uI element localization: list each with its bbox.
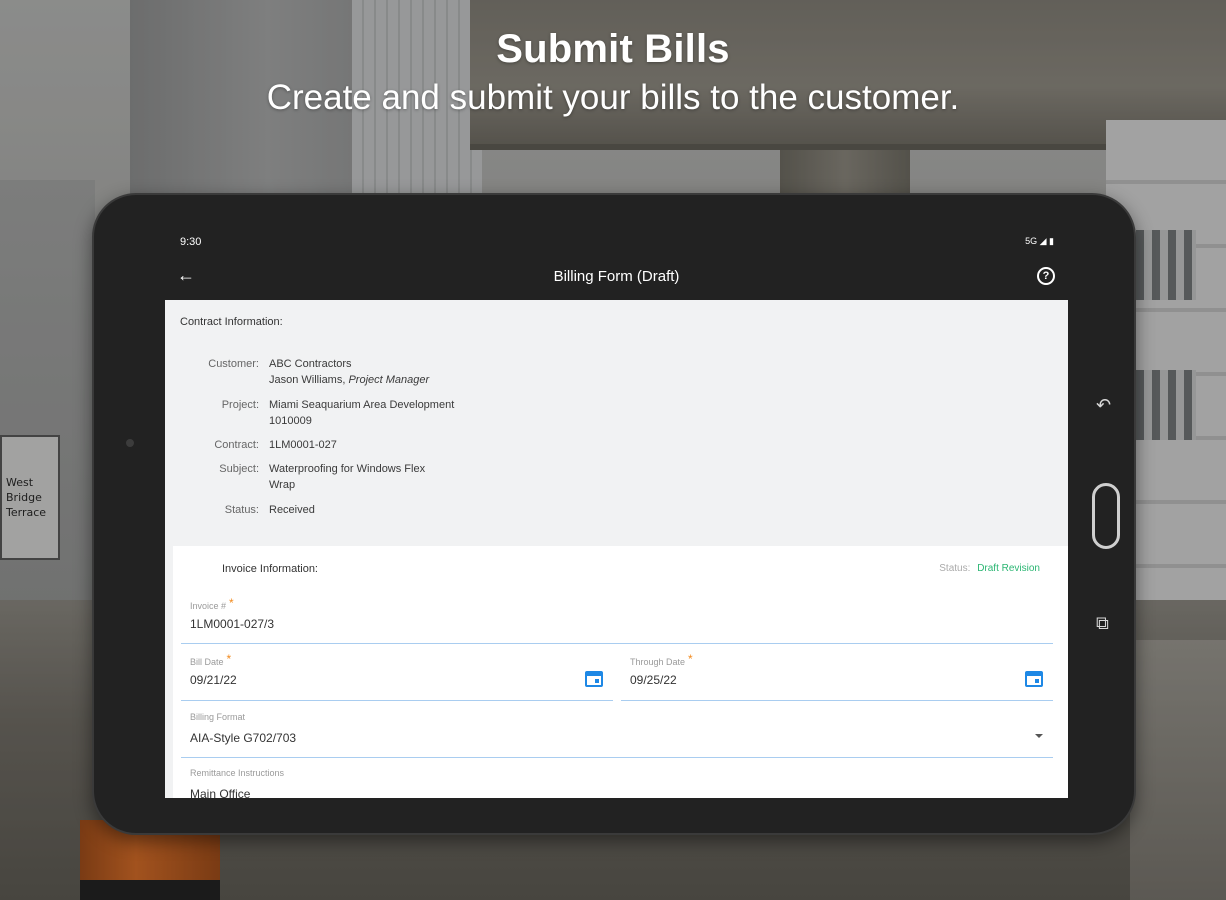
through-date-field[interactable]: Through Date * 09/25/22 [621, 652, 1053, 701]
promo-subtitle: Create and submit your bills to the cust… [266, 78, 960, 117]
bill-date-field[interactable]: Bill Date * 09/21/22 [181, 652, 613, 701]
billing-format-value[interactable]: AIA-Style G702/703 [190, 731, 296, 745]
contract-heading: Contract Information: [180, 316, 283, 328]
invoice-status-label: Status: [939, 563, 971, 574]
required-marker: * [688, 652, 693, 666]
billing-format-select[interactable]: Billing Format AIA-Style G702/703 [181, 712, 1053, 758]
invoice-status: Status: Draft Revision [939, 563, 1040, 574]
project-row: Project: Miami Seaquarium Area Developme… [165, 397, 645, 431]
app-screen: 9:30 5G ◢ ▮ ← Billing Form (Draft) ? Con… [165, 233, 1068, 798]
through-date-label: Through Date [630, 657, 686, 667]
promo-title: Submit Bills [496, 27, 730, 71]
hardware-recent-apps-icon[interactable]: ⧉ [1096, 613, 1109, 634]
project-number: 1010009 [269, 415, 312, 427]
hardware-back-icon[interactable]: ↶ [1096, 395, 1111, 416]
contract-label: Contract: [214, 439, 259, 451]
customer-contact: Jason Williams, [269, 374, 346, 386]
status-bar: 9:30 5G ◢ ▮ [165, 233, 1068, 253]
remittance-label: Remittance Instructions [190, 768, 285, 778]
subject-value: Waterproofing for Windows Flex Wrap [269, 463, 426, 491]
invoice-number-value[interactable]: 1LM0001-027/3 [190, 617, 274, 631]
customer-name: ABC Contractors [269, 358, 352, 370]
dropdown-caret-icon[interactable] [1035, 734, 1043, 738]
remittance-value[interactable]: Main Office [190, 787, 250, 798]
remittance-field[interactable]: Remittance Instructions Main Office [181, 768, 1053, 798]
subject-label: Subject: [219, 463, 259, 475]
status-time: 9:30 [180, 236, 202, 248]
contract-value: 1LM0001-027 [269, 439, 337, 451]
status-row: Status: Received [165, 502, 645, 520]
app-bar: ← Billing Form (Draft) ? [165, 253, 1068, 300]
contract-row: Contract: 1LM0001-027 [165, 437, 645, 455]
customer-row: Customer: ABC Contractors Jason Williams… [165, 356, 645, 390]
page-title: Billing Form (Draft) [553, 268, 680, 285]
invoice-number-field[interactable]: Invoice # * 1LM0001-027/3 [181, 596, 1053, 644]
status-label: Status: [224, 504, 259, 516]
required-marker: * [229, 596, 234, 610]
billing-format-label: Billing Format [190, 712, 246, 722]
project-name: Miami Seaquarium Area Development [269, 399, 455, 411]
bill-date-value[interactable]: 09/21/22 [190, 673, 237, 687]
customer-role: Project Manager [348, 374, 430, 386]
invoice-number-label: Invoice # [190, 601, 227, 611]
invoice-status-badge: Draft Revision [977, 563, 1040, 574]
promo-headline: Submit Bills Create and submit your bill… [0, 26, 1226, 118]
contract-information: Contract Information: Customer: ABC Cont… [165, 300, 1068, 545]
calendar-icon[interactable] [1025, 671, 1043, 687]
camera-icon [126, 439, 134, 447]
through-date-value[interactable]: 09/25/22 [630, 673, 677, 687]
invoice-information-card: Invoice Information: Status: Draft Revis… [173, 546, 1068, 798]
customer-label: Customer: [208, 358, 259, 370]
help-circle-icon[interactable]: ? [1037, 267, 1055, 285]
invoice-heading: Invoice Information: [222, 563, 318, 575]
status-value: Received [269, 504, 315, 516]
required-marker: * [226, 652, 232, 666]
network-indicator: 5G ◢ ▮ [1025, 236, 1054, 246]
calendar-icon[interactable] [585, 671, 603, 687]
hardware-home-button[interactable] [1092, 483, 1120, 549]
bill-date-label: Bill Date [190, 657, 224, 667]
subject-row: Subject: Waterproofing for Windows Flex … [165, 461, 645, 495]
project-label: Project: [221, 399, 259, 411]
